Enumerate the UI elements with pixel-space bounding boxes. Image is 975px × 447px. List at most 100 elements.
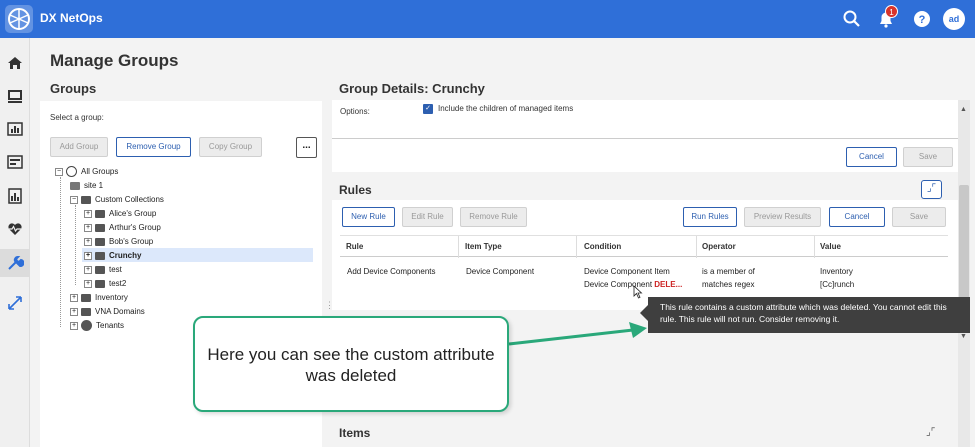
divider xyxy=(332,138,958,139)
tools-icon[interactable] xyxy=(6,254,24,272)
add-group-button[interactable]: Add Group xyxy=(50,137,108,157)
remove-rule-button[interactable]: Remove Rule xyxy=(460,207,527,227)
tree-node-vna-domains[interactable]: + VNA Domains xyxy=(70,305,145,319)
tree-node-label: site 1 xyxy=(84,181,104,190)
page-title: Manage Groups xyxy=(50,51,179,70)
tree-node-custom-collections[interactable]: − Custom Collections xyxy=(70,193,164,207)
cell-condition-line1: Device Component Item xyxy=(584,267,670,276)
folder-icon xyxy=(81,307,91,316)
rules-cancel-button[interactable]: Cancel xyxy=(829,207,885,227)
help-icon[interactable]: ? xyxy=(912,9,932,29)
expand-toggle-icon[interactable]: + xyxy=(84,279,92,288)
more-options-button[interactable]: ... xyxy=(296,137,317,158)
copy-group-button[interactable]: Copy Group xyxy=(199,137,262,157)
folder-icon xyxy=(81,195,91,204)
tree-node-alices-group[interactable]: + Alice's Group xyxy=(84,207,156,221)
avatar[interactable]: ad xyxy=(943,8,965,30)
tree-node-inventory[interactable]: + Inventory xyxy=(70,291,128,305)
column-header-item-type[interactable]: Item Type xyxy=(465,242,502,251)
preview-results-button[interactable]: Preview Results xyxy=(744,207,821,227)
folder-icon xyxy=(95,237,105,246)
health-icon[interactable] xyxy=(6,220,24,238)
expand-icon[interactable] xyxy=(6,294,24,312)
home-icon[interactable] xyxy=(6,54,24,72)
tree-node-label: Tenants xyxy=(96,321,125,330)
dashboard-icon[interactable] xyxy=(6,87,24,105)
tree-node-test2[interactable]: + test2 xyxy=(84,277,126,291)
app-title: DX NetOps xyxy=(40,11,103,25)
tree-node-label: test2 xyxy=(109,279,127,288)
folder-icon xyxy=(95,223,105,232)
top-bar: DX NetOps 1 ? ad xyxy=(0,0,975,38)
cell-value-line2: [Cc]runch xyxy=(820,280,855,289)
column-header-rule[interactable]: Rule xyxy=(346,242,363,251)
items-title: Items xyxy=(339,426,371,440)
remove-group-button[interactable]: Remove Group xyxy=(116,137,191,157)
scrollbar-thumb[interactable] xyxy=(959,185,969,305)
expand-toggle-icon[interactable]: + xyxy=(70,321,78,330)
scroll-up-icon[interactable]: ▲ xyxy=(960,106,967,113)
column-header-operator[interactable]: Operator xyxy=(702,242,736,251)
rules-save-button[interactable]: Save xyxy=(892,207,946,227)
folder-icon xyxy=(95,265,105,274)
column-separator xyxy=(458,236,459,258)
analytics-icon[interactable] xyxy=(6,187,24,205)
column-header-condition[interactable]: Condition xyxy=(584,242,621,251)
tree-node-bobs-group[interactable]: + Bob's Group xyxy=(84,235,153,249)
notification-badge: 1 xyxy=(885,5,898,18)
collapse-icon[interactable]: ⌟⌜ xyxy=(926,427,935,438)
collapse-toggle-icon[interactable]: − xyxy=(70,195,78,204)
run-rules-button[interactable]: Run Rules xyxy=(683,207,737,227)
tree-node-label: Crunchy xyxy=(109,251,142,260)
cell-operator-line2: matches regex xyxy=(702,280,755,289)
edit-rule-button[interactable]: Edit Rule xyxy=(402,207,453,227)
tree-node-arthurs-group[interactable]: + Arthur's Group xyxy=(84,221,161,235)
deleted-attribute-tooltip: This rule contains a custom attribute wh… xyxy=(648,297,970,333)
details-save-button[interactable]: Save xyxy=(903,147,953,167)
tree-node-label: Bob's Group xyxy=(109,237,154,246)
tree-node-label: Alice's Group xyxy=(109,209,157,218)
scroll-down-icon[interactable]: ▼ xyxy=(960,333,967,340)
deleted-attribute-marker[interactable]: DELE... xyxy=(654,280,682,289)
groups-title: Groups xyxy=(50,81,97,96)
svg-text:?: ? xyxy=(919,14,926,26)
annotation-callout: Here you can see the custom attribute wa… xyxy=(193,316,509,412)
expand-toggle-icon[interactable]: + xyxy=(70,307,78,316)
search-icon[interactable] xyxy=(842,9,862,29)
callout-arrow-icon xyxy=(508,322,647,346)
collapse-toggle-icon[interactable]: − xyxy=(55,167,63,176)
tree-node-label: VNA Domains xyxy=(95,307,145,316)
tree-node-all-groups[interactable]: − All Groups xyxy=(55,165,118,179)
new-rule-button[interactable]: New Rule xyxy=(342,207,395,227)
reports-icon[interactable] xyxy=(6,120,24,138)
expand-toggle-icon[interactable]: + xyxy=(84,223,92,232)
mouse-cursor-icon xyxy=(633,285,643,299)
tenants-icon xyxy=(81,320,92,332)
app-logo-icon[interactable] xyxy=(4,4,34,34)
tree-node-site1[interactable]: site 1 xyxy=(70,179,103,193)
globe-icon xyxy=(66,166,77,178)
include-children-checkbox[interactable]: ✓ xyxy=(423,104,433,114)
include-children-label: Include the children of managed items xyxy=(438,104,574,113)
expand-toggle-icon[interactable]: + xyxy=(84,209,92,218)
folder-icon xyxy=(95,251,105,260)
column-separator xyxy=(814,236,815,258)
expand-toggle-icon[interactable]: + xyxy=(84,251,92,260)
collapse-icon[interactable]: ⌟⌜ xyxy=(921,180,942,199)
cell-operator-line1: is a member of xyxy=(702,267,755,276)
select-group-label: Select a group: xyxy=(50,113,104,122)
rules-table-header: Rule Item Type Condition Operator Value xyxy=(340,235,948,258)
tree-node-tenants[interactable]: + Tenants xyxy=(70,319,124,333)
column-header-value[interactable]: Value xyxy=(820,242,841,251)
cell-value-line1: Inventory xyxy=(820,267,853,276)
tree-node-label: test xyxy=(109,265,122,274)
expand-toggle-icon[interactable]: + xyxy=(84,237,92,246)
group-details-title: Group Details: Crunchy xyxy=(339,81,485,96)
expand-toggle-icon[interactable]: + xyxy=(70,293,78,302)
tree-node-test[interactable]: + test xyxy=(84,263,122,277)
inventory-icon[interactable] xyxy=(6,153,24,171)
details-cancel-button[interactable]: Cancel xyxy=(846,147,897,167)
folder-icon xyxy=(95,209,105,218)
tree-node-crunchy[interactable]: + Crunchy xyxy=(84,249,141,263)
expand-toggle-icon[interactable]: + xyxy=(84,265,92,274)
